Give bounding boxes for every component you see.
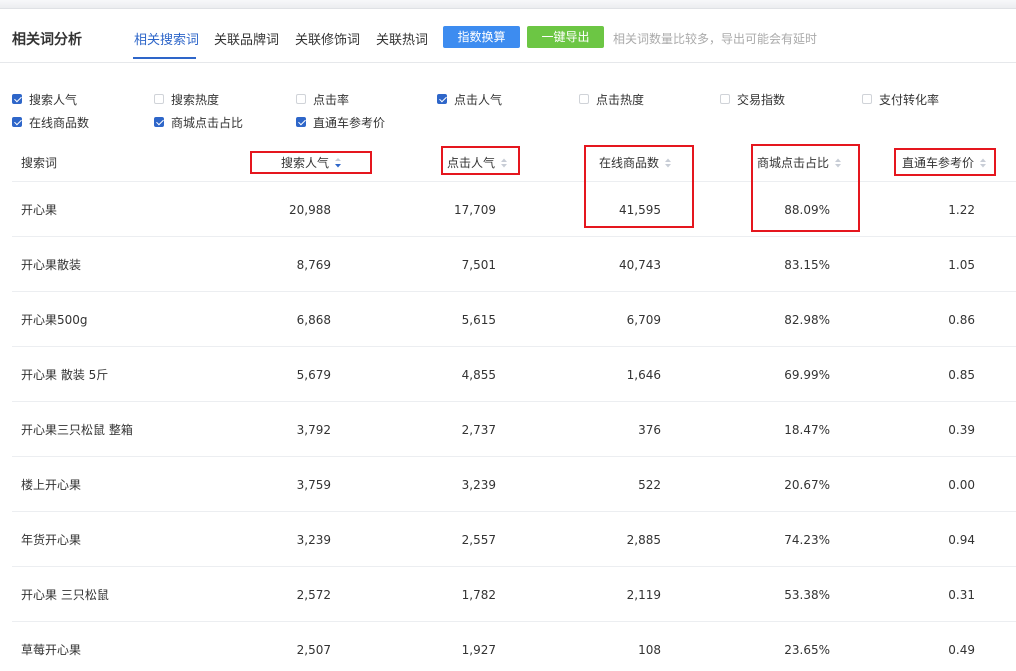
cell-search-popularity: 6,868 [296,313,331,327]
cell-keyword: 开心果 三只松鼠 [21,588,109,602]
row-divider [12,566,1016,567]
checkbox[interactable] [579,94,589,104]
cell-keyword: 开心果三只松鼠 整箱 [21,423,133,437]
cell-keyword: 年货开心果 [21,533,82,547]
cell-click-popularity: 3,239 [461,478,496,492]
cell-ztc-price: 1.22 [948,203,975,217]
cell-online-products: 2,885 [626,533,661,547]
row-divider [12,401,1016,402]
checkbox[interactable] [12,94,22,104]
cell-click-popularity: 17,709 [454,203,496,217]
cell-mall-click-share: 82.98% [784,313,830,327]
cell-keyword: 草莓开心果 [21,643,82,657]
export-button[interactable]: 一键导出 [527,26,604,48]
cell-mall-click-share: 18.47% [784,423,830,437]
tab-related-brand[interactable]: 关联品牌词 [214,29,279,48]
cell-online-products: 376 [638,423,661,437]
index-convert-button[interactable]: 指数换算 [443,26,520,48]
highlight-box-ztc-price [894,148,996,176]
cell-online-products: 2,119 [626,588,661,602]
checkbox[interactable] [296,94,306,104]
active-tab-indicator [133,57,196,59]
cell-ztc-price: 0.31 [948,588,975,602]
cell-click-popularity: 2,557 [461,533,496,547]
tab-related-search[interactable]: 相关搜索词 [134,29,199,48]
tab-related-modifier[interactable]: 关联修饰词 [295,29,360,48]
header: 相关词分析 相关搜索词 关联品牌词 关联修饰词 关联热词 指数换算 一键导出 相… [0,14,1016,63]
cell-click-popularity: 1,782 [461,588,496,602]
cell-keyword: 开心果 [21,203,58,217]
export-delay-note: 相关词数量比较多，导出可能会有延时 [613,32,818,46]
row-divider [12,456,1016,457]
cell-mall-click-share: 53.38% [784,588,830,602]
row-divider [12,346,1016,347]
row-divider [12,511,1016,512]
cell-search-popularity: 3,239 [296,533,331,547]
row-divider [12,236,1016,237]
cell-mall-click-share: 83.15% [784,258,830,272]
highlight-box-click-popularity [441,146,520,175]
cell-online-products: 522 [638,478,661,492]
cell-click-popularity: 2,737 [461,423,496,437]
row-divider [12,621,1016,622]
checkbox[interactable] [862,94,872,104]
cell-search-popularity: 20,988 [289,203,331,217]
cell-search-popularity: 2,572 [296,588,331,602]
cell-keyword: 楼上开心果 [21,478,82,492]
checkbox[interactable] [12,117,22,127]
cell-online-products: 108 [638,643,661,657]
page-title: 相关词分析 [12,32,82,48]
column-header-keyword: 搜索词 [21,156,58,170]
highlight-box-mall-click-share [751,144,860,232]
cell-online-products: 1,646 [626,368,661,382]
cell-online-products: 6,709 [626,313,661,327]
cell-search-popularity: 5,679 [296,368,331,382]
highlight-box-search-popularity [250,151,372,174]
cell-ztc-price: 0.94 [948,533,975,547]
checkbox[interactable] [296,117,306,127]
checkbox[interactable] [437,94,447,104]
checkbox[interactable] [154,117,164,127]
top-band [0,0,1016,9]
cell-mall-click-share: 69.99% [784,368,830,382]
cell-online-products: 40,743 [619,258,661,272]
cell-search-popularity: 8,769 [296,258,331,272]
cell-keyword: 开心果500g [21,313,88,327]
checkbox[interactable] [720,94,730,104]
cell-search-popularity: 3,792 [296,423,331,437]
cell-mall-click-share: 74.23% [784,533,830,547]
cell-click-popularity: 1,927 [461,643,496,657]
cell-keyword: 开心果散装 [21,258,82,272]
highlight-box-online-products [584,145,694,228]
checkbox[interactable] [154,94,164,104]
cell-ztc-price: 0.00 [948,478,975,492]
cell-ztc-price: 1.05 [948,258,975,272]
cell-mall-click-share: 20.67% [784,478,830,492]
cell-keyword: 开心果 散装 5斤 [21,368,109,382]
cell-ztc-price: 0.85 [948,368,975,382]
cell-click-popularity: 4,855 [461,368,496,382]
cell-click-popularity: 7,501 [461,258,496,272]
cell-ztc-price: 0.49 [948,643,975,657]
row-divider [12,291,1016,292]
row-divider [12,181,1016,182]
cell-ztc-price: 0.39 [948,423,975,437]
cell-search-popularity: 2,507 [296,643,331,657]
cell-mall-click-share: 23.65% [784,643,830,657]
cell-click-popularity: 5,615 [461,313,496,327]
cell-search-popularity: 3,759 [296,478,331,492]
cell-ztc-price: 0.86 [948,313,975,327]
tab-related-hot[interactable]: 关联热词 [376,29,428,48]
